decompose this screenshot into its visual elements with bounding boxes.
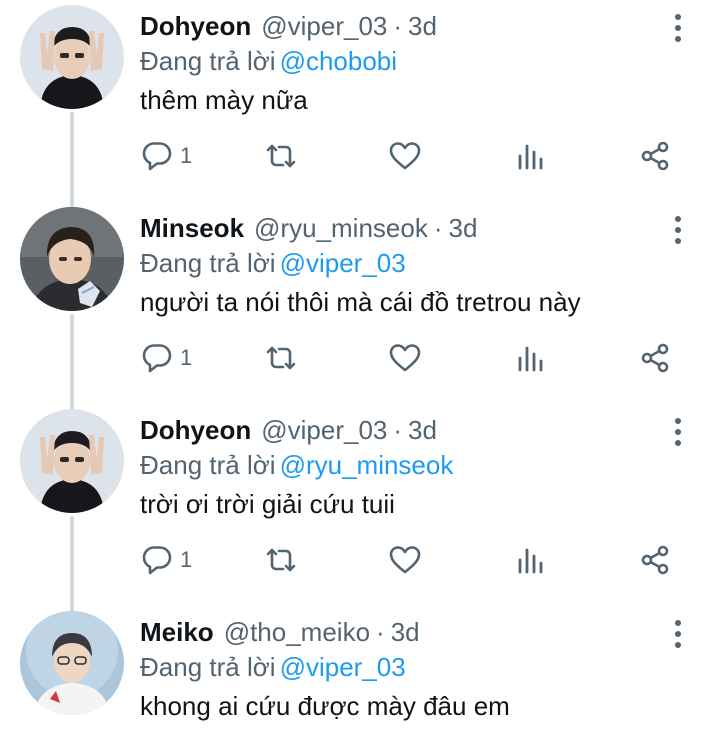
mention-link[interactable]: @chobobi: [280, 46, 397, 76]
replying-to-label: Đang trả lời: [140, 248, 276, 278]
more-options-button[interactable]: [660, 414, 696, 450]
avatar[interactable]: [20, 5, 124, 109]
avatar-portrait-image: [20, 207, 124, 311]
avatar-peace-sign-image: [20, 409, 124, 513]
retweet-icon: [266, 346, 296, 370]
views-button[interactable]: [514, 538, 548, 582]
replying-to-label: Đang trả lời: [140, 450, 276, 480]
views-button[interactable]: [514, 336, 548, 380]
avatar[interactable]: [20, 409, 124, 513]
timestamp[interactable]: 3d: [391, 614, 420, 650]
share-icon: [641, 545, 669, 575]
tweet[interactable]: Dohyeon @viper_03 · 3d Đang trả lời @chob…: [0, 0, 720, 202]
share-icon: [641, 343, 669, 373]
tweet-header: Minseok @ryu_minseok · 3d: [140, 210, 477, 246]
timestamp[interactable]: 3d: [408, 412, 437, 448]
retweet-icon: [266, 144, 296, 168]
tweet-text: trời ơi trời giải cứu tuii: [140, 489, 395, 519]
views-icon: [518, 144, 543, 170]
views-icon: [518, 346, 543, 372]
action-bar: 1: [0, 134, 720, 178]
more-options-button[interactable]: [660, 616, 696, 652]
share-button[interactable]: [638, 538, 672, 582]
views-icon: [518, 548, 543, 574]
replying-to: Đang trả lời @ryu_minseok: [140, 448, 453, 482]
like-button[interactable]: [388, 336, 422, 380]
tweet[interactable]: Dohyeon @viper_03 · 3d Đang trả lời @ryu_…: [0, 404, 720, 606]
like-button[interactable]: [388, 538, 422, 582]
avatar[interactable]: [20, 207, 124, 311]
reply-count: 1: [180, 143, 193, 168]
retweet-button[interactable]: [264, 134, 298, 178]
tweet-text: thêm mày nữa: [140, 85, 308, 115]
action-bar: 1: [0, 336, 720, 380]
mention-link[interactable]: @viper_03: [280, 248, 406, 278]
reply-button[interactable]: 1: [140, 538, 192, 582]
more-icon: [675, 14, 681, 42]
display-name[interactable]: Minseok: [140, 210, 244, 246]
tweet[interactable]: Minseok @ryu_minseok · 3d Đang trả lời @v…: [0, 202, 720, 404]
mention-link[interactable]: @ryu_minseok: [280, 450, 454, 480]
timestamp[interactable]: 3d: [449, 210, 478, 246]
like-button[interactable]: [388, 134, 422, 178]
avatar-portrait-image: [20, 611, 124, 715]
views-button[interactable]: [514, 134, 548, 178]
reply-button[interactable]: 1: [140, 336, 192, 380]
action-bar: 1: [0, 538, 720, 582]
like-icon: [389, 546, 421, 574]
display-name[interactable]: Meiko: [140, 614, 214, 650]
replying-to-label: Đang trả lời: [140, 652, 276, 682]
replying-to: Đang trả lời @viper_03: [140, 246, 406, 280]
replying-to: Đang trả lời @viper_03: [140, 650, 406, 684]
display-name[interactable]: Dohyeon: [140, 412, 251, 448]
tweet-header: Dohyeon @viper_03 · 3d: [140, 412, 437, 448]
reply-icon: [142, 344, 172, 373]
separator: ·: [393, 415, 403, 445]
reply-icon: [142, 546, 172, 575]
more-options-button[interactable]: [660, 212, 696, 248]
share-button[interactable]: [638, 336, 672, 380]
tweet-header: Dohyeon @viper_03 · 3d: [140, 8, 437, 44]
mention-link[interactable]: @viper_03: [280, 652, 406, 682]
timestamp[interactable]: 3d: [408, 8, 437, 44]
avatar[interactable]: [20, 611, 124, 715]
user-handle[interactable]: @viper_03: [261, 412, 387, 448]
reply-icon: [142, 142, 172, 171]
replying-to-label: Đang trả lời: [140, 46, 276, 76]
reply-button[interactable]: 1: [140, 134, 192, 178]
retweet-icon: [266, 548, 296, 572]
user-handle[interactable]: @ryu_minseok: [254, 210, 428, 246]
separator: ·: [433, 213, 443, 243]
avatar-peace-sign-image: [20, 5, 124, 109]
retweet-button[interactable]: [264, 538, 298, 582]
tweet-text: người ta nói thôi mà cái đồ tretrou này: [140, 287, 581, 317]
share-icon: [641, 141, 669, 171]
tweet-header: Meiko @tho_meiko · 3d: [140, 614, 420, 650]
reply-count: 1: [180, 547, 193, 572]
separator: ·: [393, 11, 403, 41]
more-icon: [675, 620, 681, 648]
user-handle[interactable]: @tho_meiko: [224, 614, 370, 650]
tweet[interactable]: Meiko @tho_meiko · 3d Đang trả lời @viper…: [0, 606, 720, 736]
tweet-text: khong ai cứu được mày đâu em: [140, 691, 510, 721]
replying-to: Đang trả lời @chobobi: [140, 44, 397, 78]
retweet-button[interactable]: [264, 336, 298, 380]
like-icon: [389, 344, 421, 372]
more-icon: [675, 418, 681, 446]
reply-count: 1: [180, 345, 193, 370]
separator: ·: [376, 617, 385, 647]
like-icon: [389, 142, 421, 170]
user-handle[interactable]: @viper_03: [261, 8, 387, 44]
more-icon: [675, 216, 681, 244]
display-name[interactable]: Dohyeon: [140, 8, 251, 44]
more-options-button[interactable]: [660, 10, 696, 46]
share-button[interactable]: [638, 134, 672, 178]
